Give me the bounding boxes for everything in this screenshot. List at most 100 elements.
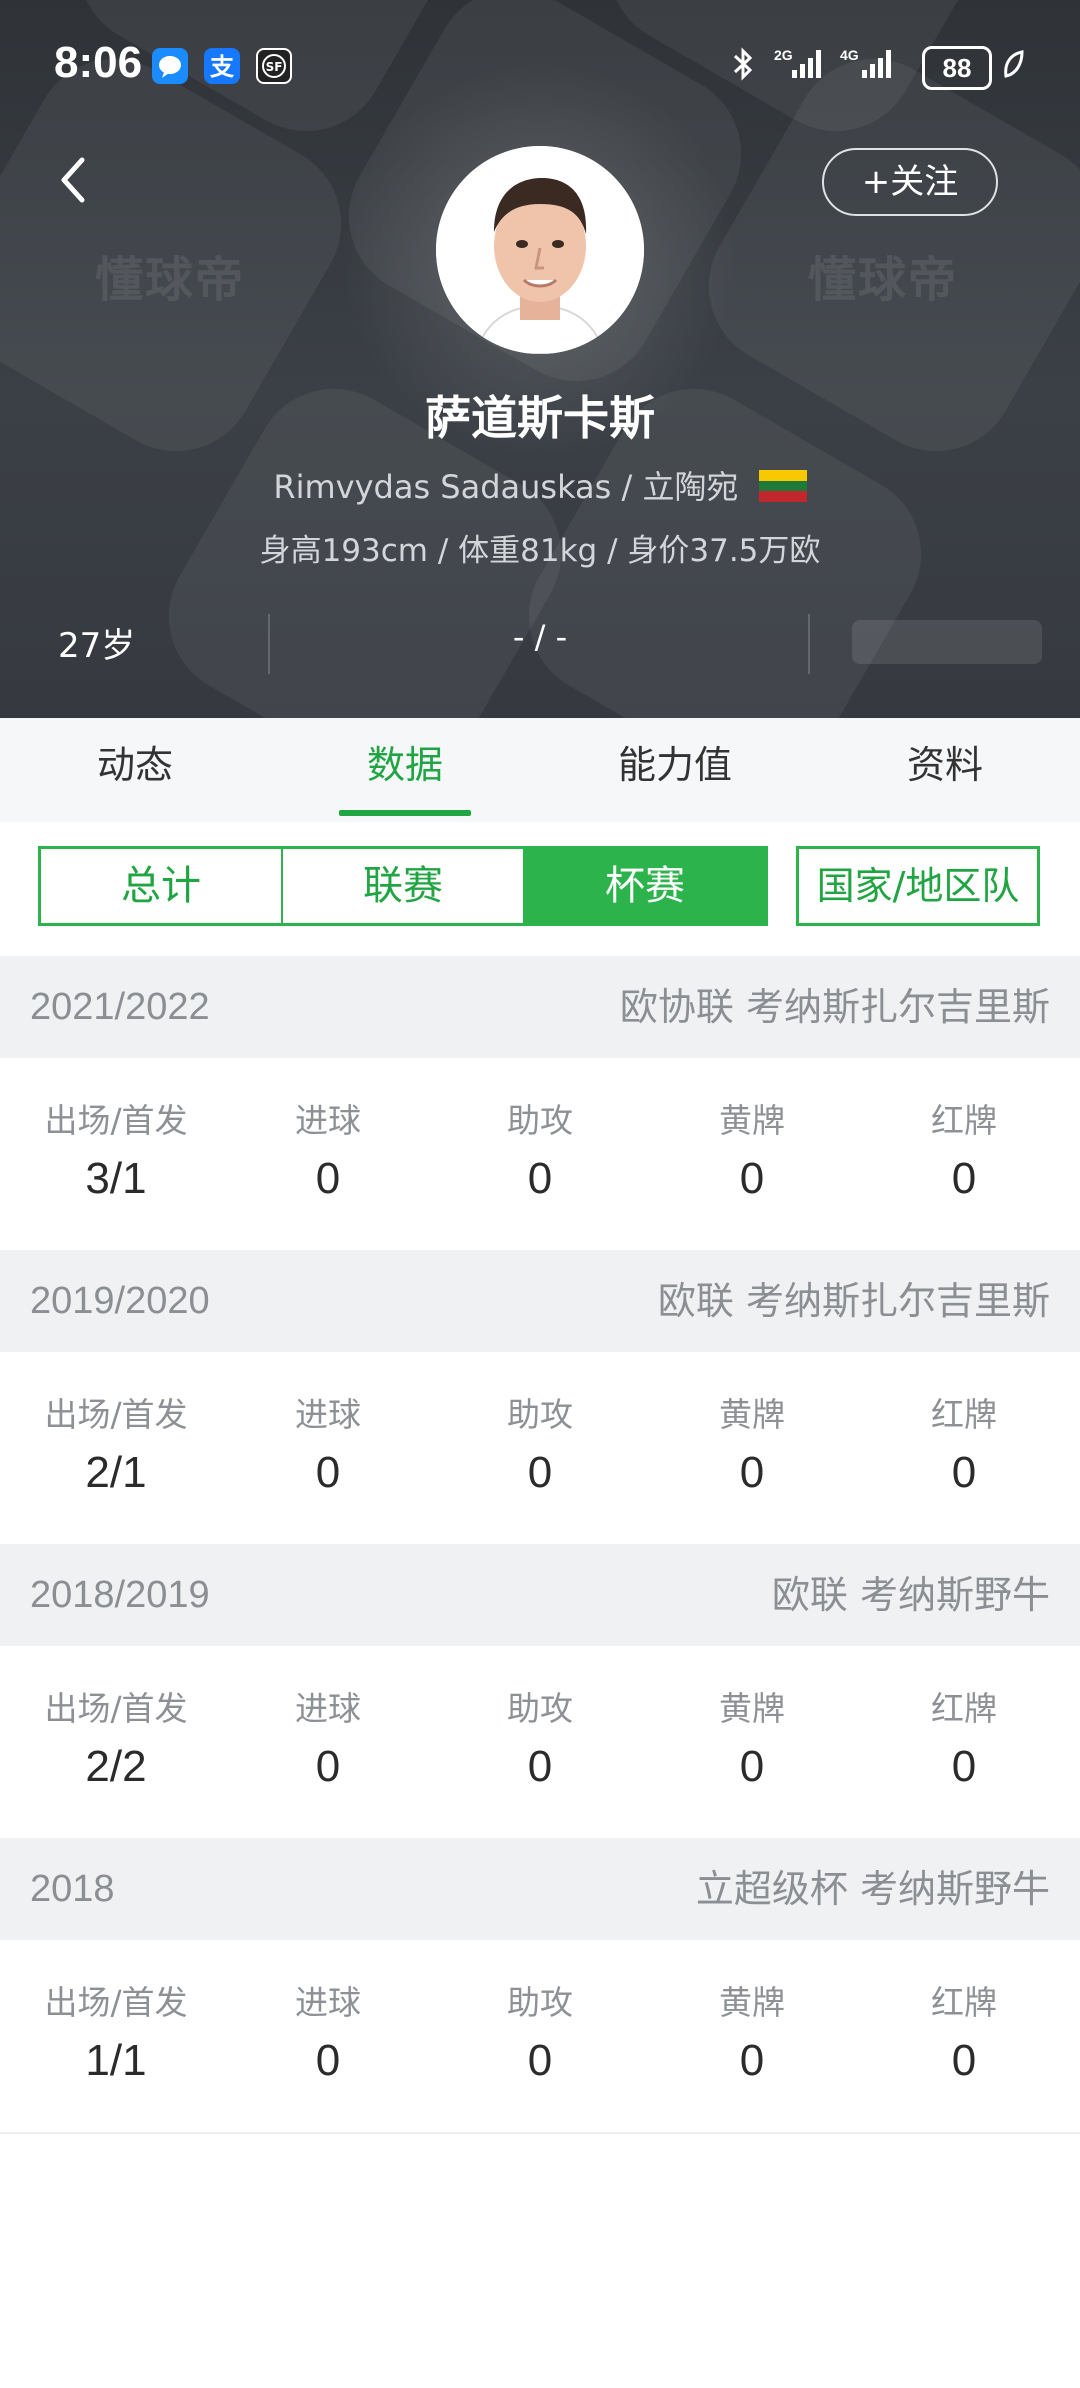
sf-express-icon: SF (256, 48, 292, 84)
season-competition: 立超级杯 考纳斯野牛 (695, 1867, 1050, 1911)
stat-value: 0 (739, 1448, 765, 1497)
alipay-icon: 支 (204, 48, 240, 84)
stat-cell: 红牌 0 (858, 1352, 1070, 1544)
tab-ability[interactable]: 能力值 (540, 718, 810, 822)
stat-value: 0 (951, 1742, 977, 1791)
message-app-icon (152, 48, 188, 84)
stat-label: 进球 (295, 1395, 361, 1434)
stat-value: 0 (951, 2036, 977, 2085)
leaf-icon (1000, 44, 1026, 91)
stat-label: 红牌 (931, 1983, 997, 2022)
svg-text:支: 支 (210, 53, 235, 81)
season-header: 2019/2020 欧联 考纳斯扎尔吉里斯 (0, 1250, 1080, 1352)
stat-label: 黄牌 (719, 1983, 785, 2022)
stat-value: 0 (315, 1742, 341, 1791)
stat-value: 0 (315, 2036, 341, 2085)
season-year: 2019/2020 (30, 1280, 210, 1322)
stat-label: 助攻 (507, 1101, 573, 1140)
stat-cell: 助攻 0 (434, 1058, 646, 1250)
stat-label: 进球 (295, 1101, 361, 1140)
stat-value: 0 (527, 1154, 553, 1203)
season-stats-row: 出场/首发 2/2 进球 0 助攻 0 黄牌 0 红牌 0 (0, 1646, 1080, 1838)
stat-value: 0 (527, 1742, 553, 1791)
player-age: 27岁 (58, 626, 136, 666)
follow-button[interactable]: +关注 (822, 148, 998, 216)
stat-cell: 红牌 0 (858, 1646, 1070, 1838)
tab-label: 数据 (366, 743, 443, 787)
chevron-left-icon (61, 157, 85, 203)
active-tab-indicator (339, 810, 471, 816)
stat-cell: 进球 0 (222, 1058, 434, 1250)
season-header: 2021/2022 欧协联 考纳斯扎尔吉里斯 (0, 956, 1080, 1058)
stat-cell: 红牌 0 (858, 1940, 1070, 2132)
position-number: - / - (512, 618, 568, 656)
season-year: 2018 (30, 1868, 115, 1910)
tab-label: 能力值 (617, 743, 732, 787)
tab-feed[interactable]: 动态 (0, 718, 270, 822)
stat-cell: 助攻 0 (434, 1646, 646, 1838)
season-competition: 欧联 考纳斯野牛 (771, 1573, 1050, 1617)
english-name-country: Rimvydas Sadauskas / 立陶宛 (273, 468, 739, 506)
stat-label: 助攻 (507, 1983, 573, 2022)
watermark-logo: 懂球帝 (808, 252, 959, 308)
list-end-divider (0, 2132, 1080, 2134)
tab-data[interactable]: 数据 (270, 718, 540, 822)
stat-value: 2/2 (85, 1742, 147, 1791)
stat-label: 进球 (295, 1689, 361, 1728)
stat-cell: 出场/首发 3/1 (10, 1058, 222, 1250)
stat-value: 0 (527, 1448, 553, 1497)
divider (808, 614, 810, 674)
player-avatar (436, 146, 644, 354)
season-stats-row: 出场/首发 3/1 进球 0 助攻 0 黄牌 0 红牌 0 (0, 1058, 1080, 1250)
lithuania-flag-icon (758, 470, 807, 502)
stat-cell: 进球 0 (222, 1940, 434, 2132)
player-header: 懂球帝 懂球帝 8:06 支 SF 2G 4G 88 +关注 萨道斯卡斯 Rim… (0, 0, 1080, 718)
status-time: 8:06 (54, 38, 143, 87)
season-year: 2021/2022 (30, 986, 210, 1028)
player-name: 萨道斯卡斯 (425, 391, 655, 445)
tab-label: 动态 (96, 743, 173, 787)
stat-cell: 出场/首发 2/2 (10, 1646, 222, 1838)
season-competition: 欧联 考纳斯扎尔吉里斯 (657, 1279, 1050, 1323)
stat-cell: 出场/首发 1/1 (10, 1940, 222, 2132)
signal-4g-icon: 4G (838, 44, 908, 91)
stat-label: 出场/首发 (44, 1689, 188, 1728)
svg-text:2G: 2G (774, 47, 793, 63)
stat-value: 0 (527, 2036, 553, 2085)
season-header: 2018 立超级杯 考纳斯野牛 (0, 1838, 1080, 1940)
stat-label: 出场/首发 (44, 1101, 188, 1140)
stat-cell: 出场/首发 2/1 (10, 1352, 222, 1544)
stat-label: 黄牌 (719, 1101, 785, 1140)
player-info-bar: 27岁 - / - (0, 606, 1080, 674)
stat-value: 0 (315, 1154, 341, 1203)
filter-total[interactable]: 总计 (41, 849, 283, 923)
stat-label: 进球 (295, 1983, 361, 2022)
season-stats-row: 出场/首发 1/1 进球 0 助攻 0 黄牌 0 红牌 0 (0, 1940, 1080, 2132)
competition-filter: 总计 联赛 杯赛 (38, 846, 768, 926)
stat-label: 黄牌 (719, 1395, 785, 1434)
stat-value: 0 (739, 2036, 765, 2085)
stat-label: 出场/首发 (44, 1395, 188, 1434)
stat-cell: 黄牌 0 (646, 1352, 858, 1544)
stat-value: 2/1 (85, 1448, 147, 1497)
back-button[interactable] (50, 150, 100, 210)
season-competition: 欧协联 考纳斯扎尔吉里斯 (619, 985, 1050, 1029)
stat-cell: 黄牌 0 (646, 1058, 858, 1250)
filter-cup[interactable]: 杯赛 (525, 849, 765, 923)
stat-cell: 进球 0 (222, 1352, 434, 1544)
season-header: 2018/2019 欧联 考纳斯野牛 (0, 1544, 1080, 1646)
stat-cell: 黄牌 0 (646, 1646, 858, 1838)
stat-label: 助攻 (507, 1395, 573, 1434)
tab-profile[interactable]: 资料 (810, 718, 1080, 822)
stat-cell: 助攻 0 (434, 1352, 646, 1544)
stat-cell: 进球 0 (222, 1646, 434, 1838)
filter-league[interactable]: 联赛 (283, 849, 525, 923)
main-tabs: 动态 数据 能力值 资料 (0, 718, 1080, 822)
stat-value: 0 (951, 1448, 977, 1497)
stat-label: 红牌 (931, 1395, 997, 1434)
club-info-blurred (852, 620, 1042, 664)
stat-label: 红牌 (931, 1101, 997, 1140)
stat-value: 0 (315, 1448, 341, 1497)
filter-national-team[interactable]: 国家/地区队 (796, 846, 1040, 926)
player-body-info: 身高193cm / 体重81kg / 身价37.5万欧 (259, 533, 821, 569)
